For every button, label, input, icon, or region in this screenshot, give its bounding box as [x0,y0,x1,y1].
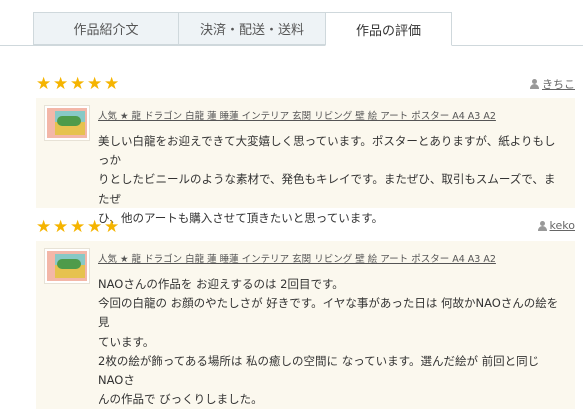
review-card: 人気 ★ 龍 ドラゴン 白龍 蓮 睡蓮 インテリア 玄関 リビング 壁 絵 アー… [36,98,575,225]
review-line: ひ、他のアートも購入させて頂きたいと思っています。 [98,210,384,225]
review-line: りとしたビニールのような素材で、発色もキレイです。またぜひ、取引もスムーズで、ま… [98,172,556,206]
tab-payment-shipping[interactable]: 決済・配送・送料 [178,12,326,45]
review-text: 美しい白龍をお迎えできて大変嬉しく思っています。ポスターとありますが、紙よりもし… [98,132,563,228]
rating-stars: ★ ★ ★ ★ ★ [36,218,120,236]
review-line: NAOさんの作品を お迎えするのは 2回目です。 [98,277,344,291]
review-line: 美しい白龍をお迎えできて大変嬉しく思っています。ポスターとありますが、紙よりもし… [98,134,556,168]
tab-divider [0,45,583,46]
star-icon: ★ [36,74,52,94]
star-icon: ★ [87,217,103,237]
tab-bar: 作品紹介文 決済・配送・送料 作品の評価 [0,12,583,46]
user-icon [537,220,547,231]
product-thumbnail[interactable] [44,248,90,284]
product-thumbnail[interactable] [44,105,90,141]
tab-description[interactable]: 作品紹介文 [33,12,179,45]
star-icon: ★ [53,74,69,94]
star-icon: ★ [70,74,86,94]
tab-reviews[interactable]: 作品の評価 [325,12,452,46]
star-icon: ★ [87,74,103,94]
user-icon [530,79,539,89]
star-icon: ★ [53,217,69,237]
star-icon: ★ [36,217,52,237]
star-icon: ★ [104,217,120,237]
review-line: んの作品で びっくりしました。 [98,392,263,407]
reviewer-link[interactable]: keko [537,219,575,232]
product-title-link[interactable]: 人気 ★ 龍 ドラゴン 白龍 蓮 睡蓮 インテリア 玄関 リビング 壁 絵 アー… [98,108,496,122]
reviewer-name: きちこ [542,78,575,91]
review-card: 人気 ★ 龍 ドラゴン 白龍 蓮 睡蓮 インテリア 玄関 リビング 壁 絵 アー… [36,241,575,409]
reviewer-link[interactable]: きちこ [530,76,575,92]
reviewer-name: keko [549,219,575,232]
product-title-link[interactable]: 人気 ★ 龍 ドラゴン 白龍 蓮 睡蓮 インテリア 玄関 リビング 壁 絵 アー… [98,251,496,265]
review-line: 2枚の絵が飾ってある場所は 私の癒しの空間に なっています。選んだ絵が 前回と同… [98,353,540,388]
star-icon: ★ [104,74,120,94]
rating-stars: ★ ★ ★ ★ ★ [36,75,120,93]
review-line: ています。 [98,334,155,349]
review-line: 今回の白龍の お顔のやたしさが 好きです。イヤな事があった日は 何故かNAOさん… [98,296,559,330]
review-text: NAOさんの作品を お迎えするのは 2回目です。 今回の白龍の お顔のやたしさが… [98,275,563,409]
star-icon: ★ [70,217,86,237]
